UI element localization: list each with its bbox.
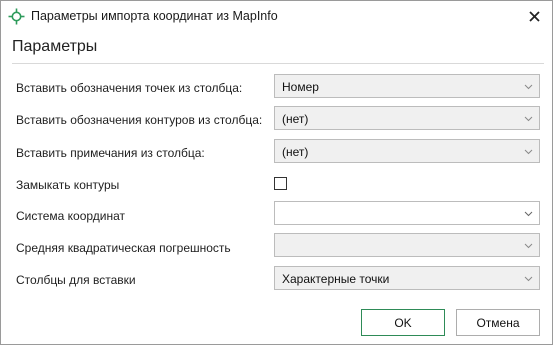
rms-error-select[interactable] bbox=[274, 233, 540, 257]
section-divider bbox=[12, 63, 544, 64]
chevron-down-icon bbox=[524, 243, 533, 249]
close-button[interactable] bbox=[523, 6, 545, 26]
coordinate-system-select[interactable] bbox=[274, 201, 540, 225]
notes-column-value: (нет) bbox=[282, 145, 309, 159]
coordinate-system-label: Система координат bbox=[16, 209, 126, 223]
notes-column-label: Вставить примечания из столбца: bbox=[16, 146, 205, 160]
contour-labels-column-select[interactable]: (нет) bbox=[274, 106, 540, 130]
close-contours-label: Замыкать контуры bbox=[16, 178, 120, 192]
chevron-down-icon bbox=[524, 116, 533, 122]
point-labels-column-select[interactable]: Номер bbox=[274, 74, 540, 98]
contour-labels-column-value: (нет) bbox=[282, 112, 309, 126]
point-labels-column-value: Номер bbox=[282, 80, 319, 94]
ok-button[interactable]: OK bbox=[361, 309, 445, 336]
close-contours-checkbox[interactable] bbox=[274, 177, 287, 190]
target-crosshair-icon bbox=[8, 8, 25, 25]
chevron-down-icon bbox=[524, 84, 533, 90]
chevron-down-icon bbox=[524, 276, 533, 282]
cancel-button[interactable]: Отмена bbox=[456, 309, 540, 336]
title-bar: Параметры импорта координат из MapInfo bbox=[1, 1, 552, 31]
point-labels-column-label: Вставить обозначения точек из столбца: bbox=[16, 81, 243, 95]
notes-column-select[interactable]: (нет) bbox=[274, 139, 540, 163]
import-dialog: Параметры импорта координат из MapInfo П… bbox=[0, 0, 553, 345]
rms-error-label: Средняя квадратическая погрешность bbox=[16, 241, 231, 255]
insert-columns-select[interactable]: Характерные точки bbox=[274, 266, 540, 290]
contour-labels-column-label: Вставить обозначения контуров из столбца… bbox=[16, 113, 263, 127]
chevron-down-icon bbox=[524, 211, 533, 217]
section-header: Параметры bbox=[12, 38, 98, 55]
chevron-down-icon bbox=[524, 149, 533, 155]
close-icon bbox=[528, 10, 540, 22]
window-title: Параметры импорта координат из MapInfo bbox=[31, 9, 278, 23]
insert-columns-label: Столбцы для вставки bbox=[16, 273, 136, 287]
insert-columns-value: Характерные точки bbox=[282, 272, 390, 286]
